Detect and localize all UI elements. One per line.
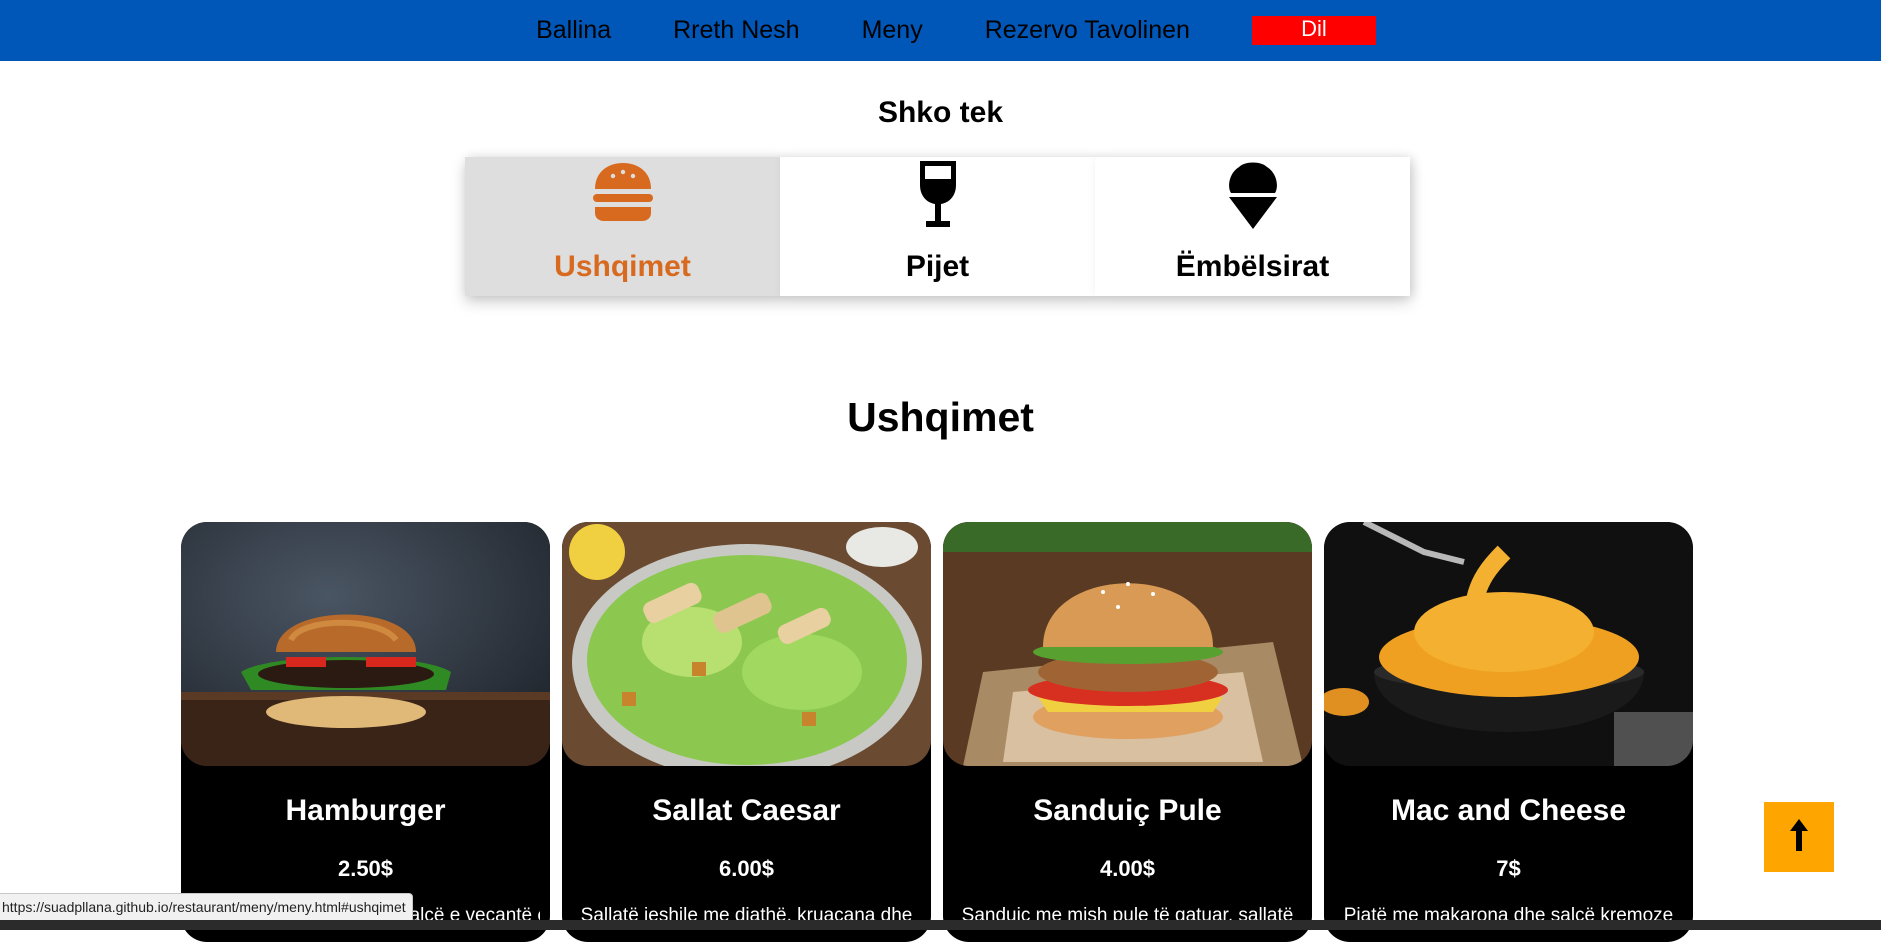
link-status-bar: https://suadpllana.github.io/restaurant/… (0, 893, 413, 920)
goto-heading: Shko tek (877, 96, 1004, 129)
top-navbar: Ballina Rreth Nesh Meny Rezervo Tavoline… (0, 0, 1881, 61)
arrow-up-icon (1788, 818, 1810, 857)
item-price: 7$ (1496, 856, 1521, 881)
category-label: Ushqimet (554, 250, 691, 283)
window-bottom-edge (0, 920, 1881, 930)
item-name: Hamburger (285, 794, 446, 827)
menu-card: Hamburger 2.50$ Burger me mish viçi dhe … (181, 522, 550, 942)
mac-and-cheese-photo (1324, 522, 1693, 766)
nav-links: Ballina Rreth Nesh Meny Rezervo Tavoline… (505, 16, 1376, 45)
item-name: Sanduiç Pule (1033, 794, 1222, 827)
scroll-to-top-button[interactable] (1764, 802, 1834, 872)
section-title: Ushqimet (847, 394, 1034, 440)
category-label: Pijet (905, 250, 970, 283)
category-tile-pijet[interactable]: Pijet (780, 157, 1095, 296)
nav-link-ballina[interactable]: Ballina (536, 16, 611, 45)
nav-link-rreth-nesh[interactable]: Rreth Nesh (673, 16, 799, 45)
item-price: 4.00$ (1099, 856, 1156, 881)
nav-link-meny[interactable]: Meny (862, 16, 923, 45)
ice-cream-icon (1225, 159, 1281, 236)
caesar-salad-photo (562, 522, 931, 766)
category-tile-embelsirat[interactable]: Ëmbëlsirat (1095, 157, 1410, 296)
chicken-sandwich-photo (943, 522, 1312, 766)
language-button[interactable]: Dil (1251, 16, 1376, 45)
wine-glass-icon (916, 159, 960, 236)
menu-cards: Hamburger 2.50$ Burger me mish viçi dhe … (181, 522, 1693, 942)
item-price: 2.50$ (337, 856, 394, 881)
burger-icon (591, 159, 655, 228)
item-price: 6.00$ (718, 856, 775, 881)
item-name: Sallat Caesar (652, 794, 841, 827)
menu-card: Mac and Cheese 7$ Pjatë me makarona dhe … (1324, 522, 1693, 942)
category-label: Ëmbëlsirat (1175, 250, 1330, 283)
category-tile-ushqimet[interactable]: Ushqimet (465, 157, 780, 296)
category-selector: Ushqimet Pijet Ëmbëlsirat (465, 157, 1410, 296)
menu-card: Sanduiç Pule 4.00$ Sanduiç me mish pule … (943, 522, 1312, 942)
burger-photo (181, 522, 550, 766)
menu-card: Sallat Caesar 6.00$ Sallatë jeshile me d… (562, 522, 931, 942)
item-name: Mac and Cheese (1390, 794, 1627, 827)
nav-link-rezervo-tavolinen[interactable]: Rezervo Tavolinen (985, 16, 1190, 45)
